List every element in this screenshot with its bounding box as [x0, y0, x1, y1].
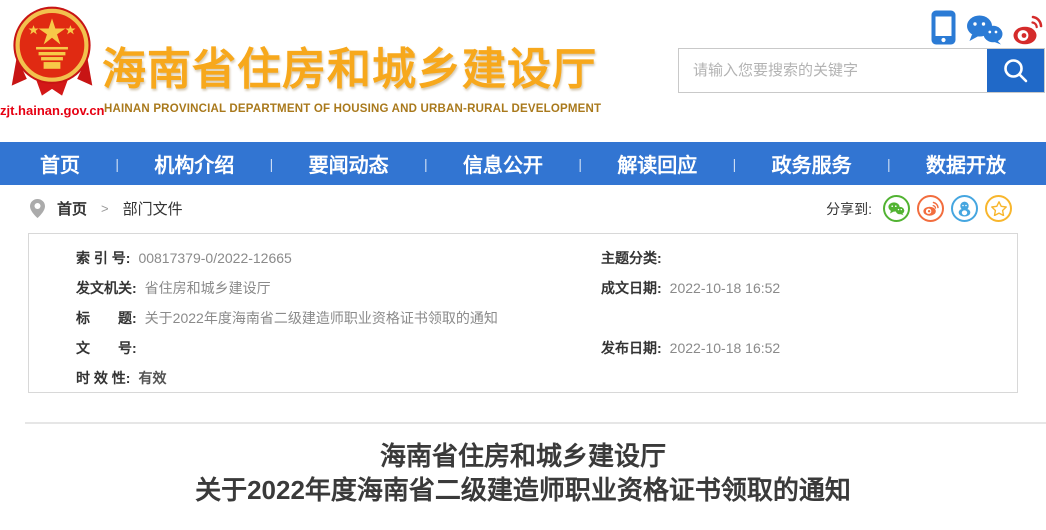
main-nav: 首页 | 机构介绍 | 要闻动态 | 信息公开 | 解读回应 | 政务服务 | … [0, 142, 1046, 185]
document-title-line1: 海南省住房和城乡建设厅 [0, 439, 1046, 473]
wechat-icon[interactable] [966, 14, 1003, 45]
search-input[interactable] [679, 49, 987, 92]
share-wechat-icon [888, 202, 905, 216]
nav-separator: | [270, 156, 274, 172]
meta-written-date: 成文日期: 2022-10-18 16:52 [601, 273, 780, 303]
share-area: 分享到: [826, 195, 1012, 222]
nav-separator: | [578, 156, 582, 172]
meta-topic-category: 主题分类: [601, 243, 780, 273]
share-qq-button[interactable] [951, 195, 978, 222]
breadcrumb-home[interactable]: 首页 [57, 198, 87, 219]
share-qzone-button[interactable] [985, 195, 1012, 222]
meta-index-number: 索 引 号: 00817379-0/2022-12665 [76, 243, 498, 273]
nav-separator: | [733, 156, 737, 172]
nav-item-interpretation[interactable]: 解读回应 [617, 149, 697, 178]
share-qzone-icon [991, 201, 1007, 216]
share-weibo-button[interactable] [917, 195, 944, 222]
national-emblem-logo[interactable] [10, 5, 94, 99]
document-title-line2: 关于2022年度海南省二级建造师职业资格证书领取的通知 [0, 473, 1046, 507]
share-wechat-button[interactable] [883, 195, 910, 222]
meta-column-right: 主题分类: 成文日期: 2022-10-18 16:52 发布日期: 2022-… [601, 243, 780, 393]
meta-empty-row [601, 303, 780, 333]
section-divider [25, 422, 1046, 424]
search-icon [1002, 57, 1029, 84]
breadcrumb-current: 部门文件 [123, 198, 183, 219]
share-qq-icon [958, 201, 971, 217]
breadcrumb-separator: > [101, 201, 109, 216]
meta-empty-row [601, 363, 780, 393]
nav-item-info-disclosure[interactable]: 信息公开 [463, 149, 543, 178]
site-subtitle: HAINAN PROVINCIAL DEPARTMENT OF HOUSING … [104, 103, 601, 115]
doc-metadata-box: 索 引 号: 00817379-0/2022-12665 发文机关: 省住房和城… [28, 233, 1018, 393]
document-title: 海南省住房和城乡建设厅 关于2022年度海南省二级建造师职业资格证书领取的通知 [0, 439, 1046, 507]
meta-doc-number: 文 号: [76, 333, 498, 363]
meta-column-left: 索 引 号: 00817379-0/2022-12665 发文机关: 省住房和城… [76, 243, 498, 393]
nav-item-organization[interactable]: 机构介绍 [154, 149, 234, 178]
site-search [678, 48, 1045, 93]
meta-doc-title: 标 题: 关于2022年度海南省二级建造师职业资格证书领取的通知 [76, 303, 498, 333]
nav-item-news[interactable]: 要闻动态 [309, 149, 389, 178]
location-pin-icon [30, 199, 45, 218]
nav-separator: | [424, 156, 428, 172]
site-header: zjt.hainan.gov.cn 海南省住房和城乡建设厅 HAINAN PRO… [0, 0, 1046, 142]
national-emblem-icon [10, 5, 94, 99]
page: zjt.hainan.gov.cn 海南省住房和城乡建设厅 HAINAN PRO… [0, 0, 1046, 530]
weibo-icon[interactable] [1013, 14, 1043, 45]
nav-item-gov-services[interactable]: 政务服务 [772, 149, 852, 178]
share-weibo-icon [923, 201, 939, 216]
meta-publish-date: 发布日期: 2022-10-18 16:52 [601, 333, 780, 363]
breadcrumb-bar: 首页 > 部门文件 分享到: [0, 185, 1046, 232]
share-label: 分享到: [826, 199, 872, 219]
nav-separator: | [115, 156, 119, 172]
nav-item-home[interactable]: 首页 [40, 149, 80, 178]
nav-separator: | [887, 156, 891, 172]
meta-validity: 时 效 性: 有效 [76, 363, 498, 393]
header-quick-links [931, 10, 1043, 45]
nav-item-open-data[interactable]: 数据开放 [926, 149, 1006, 178]
search-button[interactable] [987, 49, 1044, 92]
site-title: 海南省住房和城乡建设厅 [102, 33, 597, 97]
site-domain: zjt.hainan.gov.cn [0, 103, 104, 118]
mobile-icon[interactable] [931, 10, 956, 45]
meta-issuing-agency: 发文机关: 省住房和城乡建设厅 [76, 273, 498, 303]
